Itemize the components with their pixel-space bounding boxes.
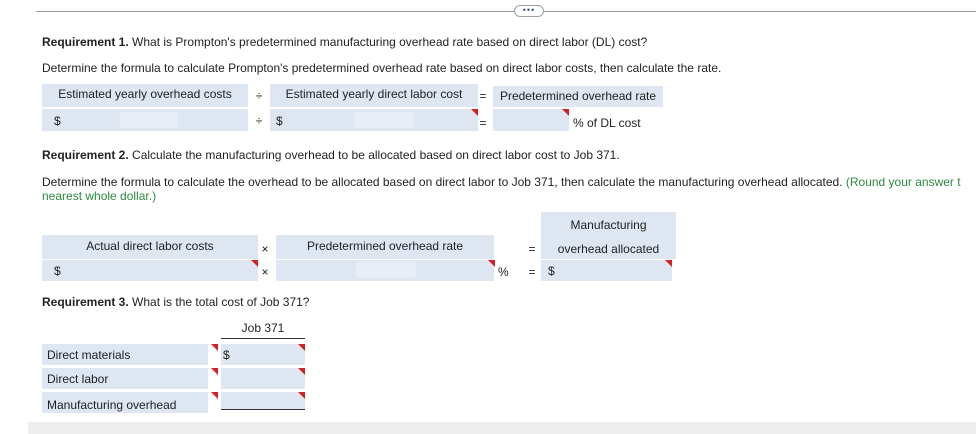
req1-divide-operator: ÷ (255, 89, 263, 103)
req1-overhead-cell: $ (42, 109, 248, 131)
req1-equals-operator: = (479, 89, 487, 103)
req2-heading: Requirement 2. (42, 148, 129, 162)
req1-labor-required-marker (471, 109, 478, 116)
req3-moh-input-marker (298, 392, 305, 399)
req3-row-direct-materials: Direct materials (42, 344, 208, 365)
more-options-button[interactable]: ••• (514, 5, 544, 17)
req2-col1-header: Actual direct labor costs (42, 235, 258, 259)
req2-col3-header-line1: Manufacturing (570, 218, 647, 232)
req3-job-header: Job 371 (241, 321, 285, 335)
req3-dl-input[interactable] (221, 368, 305, 389)
req2-labor-input[interactable]: $ (42, 260, 258, 281)
req2-question-text: Calculate the manufacturing overhead to … (132, 148, 620, 162)
req1-question: Requirement 1. What is Prompton's predet… (42, 35, 647, 49)
req1-divide-operator-2: ÷ (255, 114, 263, 128)
req1-heading: Requirement 1. (42, 35, 129, 49)
req2-allocated-input[interactable]: $ (541, 260, 672, 281)
req3-moh-label-marker (211, 392, 218, 399)
req1-rate-required-marker (562, 109, 569, 116)
req1-unit-label: % of DL cost (573, 116, 641, 130)
req2-equals-operator-2: = (528, 265, 536, 279)
req2-col3-header: Manufacturing overhead allocated (541, 212, 676, 259)
req3-question-text: What is the total cost of Job 371? (132, 295, 310, 309)
req2-multiply-operator: × (261, 242, 269, 256)
req2-rate-cell (276, 260, 494, 281)
top-divider (36, 11, 976, 12)
req1-labor-cell: $ (270, 109, 478, 131)
req1-question-text: What is Prompton's predetermined manufac… (132, 35, 648, 49)
req2-col3-header-line2: overhead allocated (557, 242, 660, 256)
req3-dm-input[interactable]: $ (221, 344, 305, 365)
req3-label-direct-materials: Direct materials (47, 348, 131, 362)
req3-dl-label-marker (211, 368, 218, 375)
req1-dollar-sign-2: $ (276, 114, 283, 128)
req2-percent-sign: % (498, 265, 509, 279)
req2-rate-input[interactable] (356, 262, 416, 278)
req3-row-direct-labor: Direct labor (42, 368, 208, 389)
req1-equals-operator-2: = (479, 116, 487, 130)
req2-labor-required-marker (251, 260, 258, 267)
horizontal-scrollbar[interactable] (28, 422, 976, 434)
req2-dollar-sign-2: $ (548, 264, 555, 278)
req3-heading: Requirement 3. (42, 295, 129, 309)
req1-col1-header: Estimated yearly overhead costs (42, 84, 248, 107)
req2-rate-required-marker (488, 260, 495, 267)
req1-col3-header: Predetermined overhead rate (493, 86, 663, 107)
req3-total-underline (221, 409, 305, 410)
req3-label-direct-labor: Direct labor (47, 372, 109, 386)
req3-dm-input-marker (298, 344, 305, 351)
req1-overhead-input[interactable] (120, 112, 178, 128)
req2-col2-header: Predetermined overhead rate (276, 235, 494, 259)
req1-rate-input[interactable] (493, 109, 569, 131)
req3-moh-input[interactable] (221, 392, 305, 409)
req2-multiply-operator-2: × (261, 265, 269, 279)
req1-labor-input[interactable] (354, 112, 414, 128)
req3-question: Requirement 3. What is the total cost of… (42, 295, 309, 309)
req3-dl-input-marker (298, 368, 305, 375)
req2-rounding-note-line2: nearest whole dollar.) (42, 189, 157, 203)
req3-header-underline (221, 338, 305, 339)
req2-instruction-text: Determine the formula to calculate the o… (42, 175, 843, 189)
req1-dollar-sign-1: $ (54, 114, 61, 128)
req3-dollar-sign: $ (223, 348, 230, 362)
req3-label-manufacturing-overhead: Manufacturing overhead (47, 398, 177, 412)
req2-dollar-sign-1: $ (54, 264, 61, 278)
req3-row-manufacturing-overhead: Manufacturing overhead (42, 392, 208, 413)
req2-allocated-required-marker (665, 260, 672, 267)
req1-instruction: Determine the formula to calculate Promp… (42, 61, 722, 75)
req2-rounding-note-line1: (Round your answer t (845, 175, 961, 189)
req2-question: Requirement 2. Calculate the manufacturi… (42, 148, 620, 162)
req1-col2-header: Estimated yearly direct labor cost (270, 84, 478, 107)
req3-dm-label-marker (211, 344, 218, 351)
req2-equals-operator: = (528, 242, 536, 256)
req2-instruction: Determine the formula to calculate the o… (42, 175, 961, 189)
